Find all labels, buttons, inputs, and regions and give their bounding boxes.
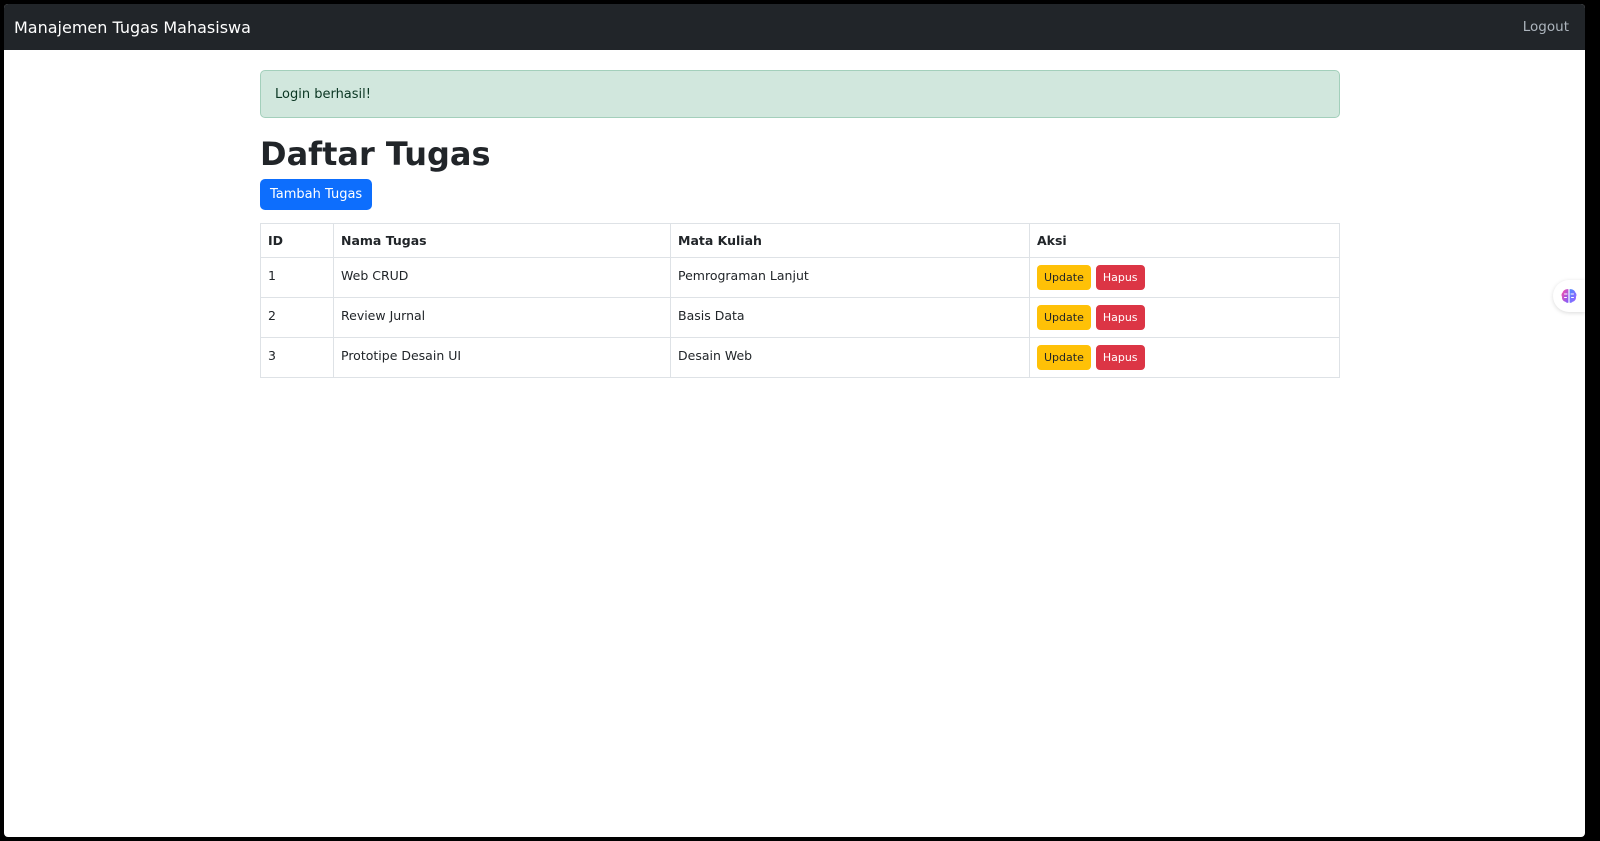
- header-id: ID: [260, 223, 334, 258]
- header-aksi: Aksi: [1029, 223, 1340, 258]
- logout-link[interactable]: Logout: [1523, 19, 1569, 35]
- update-button[interactable]: Update: [1037, 345, 1091, 370]
- success-alert: Login berhasil!: [260, 70, 1340, 118]
- cell-mata-kuliah: Desain Web: [670, 337, 1030, 378]
- add-task-button[interactable]: Tambah Tugas: [260, 179, 373, 210]
- browser-viewport: Manajemen Tugas Mahasiswa Logout Login b…: [4, 4, 1585, 837]
- cell-aksi: Update Hapus: [1029, 337, 1340, 378]
- cell-aksi: Update Hapus: [1029, 297, 1340, 338]
- cell-id: 2: [260, 297, 334, 338]
- header-nama-tugas: Nama Tugas: [333, 223, 671, 258]
- delete-button[interactable]: Hapus: [1095, 305, 1145, 330]
- update-button[interactable]: Update: [1037, 265, 1091, 290]
- navbar-brand[interactable]: Manajemen Tugas Mahasiswa: [14, 18, 251, 37]
- header-mata-kuliah: Mata Kuliah: [670, 223, 1030, 258]
- page-title: Daftar Tugas: [260, 135, 491, 173]
- table-header-row: ID Nama Tugas Mata Kuliah Aksi: [260, 223, 1340, 258]
- cell-id: 1: [260, 257, 334, 298]
- cell-nama-tugas: Prototipe Desain UI: [333, 337, 671, 378]
- task-table: ID Nama Tugas Mata Kuliah Aksi 1 Web CRU…: [260, 223, 1340, 378]
- cell-mata-kuliah: Pemrograman Lanjut: [670, 257, 1030, 298]
- cell-mata-kuliah: Basis Data: [670, 297, 1030, 338]
- table-row: 2 Review Jurnal Basis Data Update Hapus: [260, 297, 1340, 338]
- cell-aksi: Update Hapus: [1029, 257, 1340, 298]
- side-widget[interactable]: [1553, 280, 1585, 312]
- cell-nama-tugas: Web CRUD: [333, 257, 671, 298]
- delete-button[interactable]: Hapus: [1095, 265, 1145, 290]
- update-button[interactable]: Update: [1037, 305, 1091, 330]
- table-row: 3 Prototipe Desain UI Desain Web Update …: [260, 337, 1340, 378]
- navbar: Manajemen Tugas Mahasiswa Logout: [4, 4, 1585, 50]
- delete-button[interactable]: Hapus: [1095, 345, 1145, 370]
- cell-id: 3: [260, 337, 334, 378]
- alert-message: Login berhasil!: [275, 86, 371, 102]
- table-row: 1 Web CRUD Pemrograman Lanjut Update Hap…: [260, 257, 1340, 298]
- main-container: Login berhasil! Daftar Tugas Tambah Tuga…: [260, 70, 1340, 378]
- cell-nama-tugas: Review Jurnal: [333, 297, 671, 338]
- brain-icon: [1561, 289, 1577, 303]
